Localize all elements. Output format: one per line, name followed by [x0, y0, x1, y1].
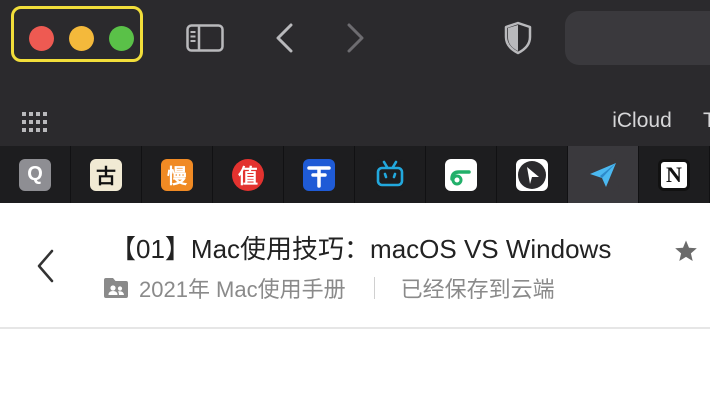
shared-folder-icon: [104, 278, 128, 298]
save-status: 已经保存到云端: [400, 277, 555, 302]
browser-tab[interactable]: [355, 146, 426, 203]
header-divider: [0, 327, 710, 329]
browser-tab[interactable]: Q: [0, 146, 71, 203]
browser-tab[interactable]: [497, 146, 568, 203]
compass-icon: [516, 158, 548, 191]
close-window-button[interactable]: [29, 26, 54, 51]
forward-icon[interactable]: [344, 23, 366, 53]
browser-tab[interactable]: N: [639, 146, 710, 203]
address-bar[interactable]: [565, 11, 710, 65]
tab-bar: Q古慢值N: [0, 146, 710, 203]
browser-tab[interactable]: [426, 146, 497, 203]
smzdm-icon: 值: [232, 158, 264, 191]
apps-grid-icon[interactable]: [22, 112, 48, 132]
browser-tab[interactable]: 古: [71, 146, 142, 203]
note-title: 【01】Mac使用技巧：macOS VS Windows: [110, 234, 612, 264]
notebook-name[interactable]: 2021年 Mac使用手册: [139, 272, 346, 304]
gu-icon: 古: [90, 158, 122, 191]
back-arrow-icon[interactable]: [34, 248, 56, 284]
star-icon[interactable]: [674, 239, 698, 263]
bookmark-icloud[interactable]: iCloud: [604, 108, 680, 134]
browser-tab[interactable]: 值: [213, 146, 284, 203]
man-icon: 慢: [161, 158, 193, 191]
browser-toolbar: iCloud T: [0, 0, 710, 146]
zoom-window-button[interactable]: [109, 26, 134, 51]
browser-tab[interactable]: 慢: [142, 146, 213, 203]
notion-icon: N: [658, 158, 690, 191]
note-header: 【01】Mac使用技巧：macOS VS Windows 2021年 Mac使用…: [0, 203, 710, 412]
note-meta: 2021年 Mac使用手册 已经保存到云端: [103, 273, 703, 303]
translate-icon: [303, 158, 335, 191]
bilibili-icon: [374, 158, 406, 191]
sidebar-toggle-icon[interactable]: [186, 24, 224, 52]
minimize-window-button[interactable]: [69, 26, 94, 51]
browser-tab[interactable]: [284, 146, 355, 203]
back-icon[interactable]: [274, 23, 296, 53]
quora-icon: Q: [19, 158, 51, 191]
meta-divider: [373, 277, 375, 299]
privacy-shield-icon[interactable]: [503, 21, 533, 55]
link-icon: [445, 158, 477, 191]
browser-tab[interactable]: [568, 146, 639, 203]
bookmark-t[interactable]: T: [703, 108, 710, 134]
send-icon: [587, 158, 619, 191]
